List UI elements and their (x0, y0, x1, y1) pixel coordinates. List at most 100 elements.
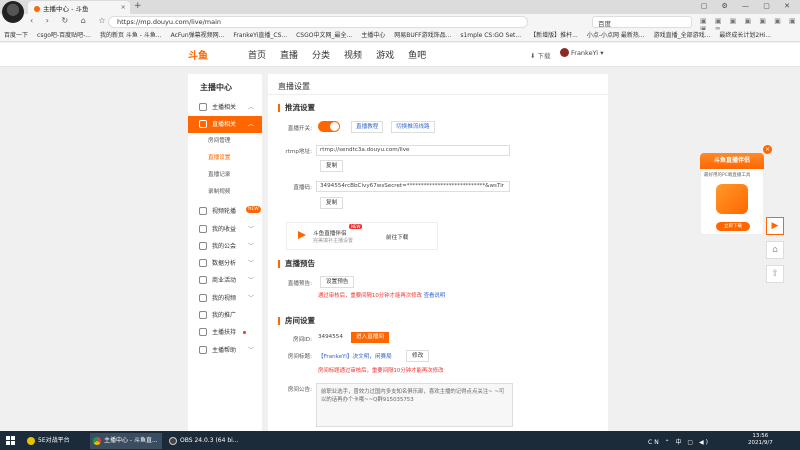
douyu-logo[interactable]: 斗鱼 (188, 47, 208, 62)
chevron-icon: ﹀ (247, 243, 254, 250)
title-hint: 房间标题通过审核后，重要间隔10分钟才能再次修改 (318, 368, 444, 374)
stream-code-field[interactable]: 3494554rcBbCivy67wsSecret=**************… (316, 181, 510, 192)
sidebar-item[interactable]: 房间管理 (188, 133, 262, 150)
browser-tab[interactable]: 主播中心 - 斗鱼 × (28, 1, 130, 14)
top-icon[interactable]: ⇧ (766, 265, 784, 283)
chrome-icon (93, 437, 101, 445)
sidebar-item-label: 直播记录 (208, 172, 231, 178)
user-avatar (560, 48, 569, 57)
ad-title: 斗鱼直播伴侣 (700, 153, 764, 169)
copy-rtmp-button[interactable]: 复制 (320, 160, 344, 172)
system-tray[interactable]: CN ⌃ 中 ▢ ◀) (648, 437, 710, 446)
sidebar-item-label: 主播帮助 (212, 347, 237, 354)
live-toggle[interactable] (318, 121, 340, 132)
sidebar-item[interactable]: 主播相关 ︿ (188, 99, 262, 116)
tab-title: 主播中心 - 斗鱼 (43, 5, 89, 13)
bookmark-item[interactable]: 小点-小点网 最新热... (587, 30, 645, 41)
sidebar-item[interactable]: 我的视频 ﹀ (188, 290, 262, 307)
switch-label: 直播开关: (287, 126, 312, 132)
code-label: 直播码: (293, 185, 312, 191)
bookmark-item[interactable]: 网易BUFF游戏饰品... (394, 30, 451, 41)
nav-item[interactable]: 分类 (312, 48, 330, 61)
user-menu[interactable]: FrankeYi ▾ (560, 48, 603, 57)
stream-tutorial-button[interactable]: 直播教程 (351, 121, 384, 133)
sidebar-item[interactable]: 直播记录 (188, 167, 262, 184)
sidebar-item-label: 主播相关 (212, 104, 237, 111)
sidebar-item[interactable]: 商业活动 ﹀ (188, 272, 262, 289)
new-badge: NEW (349, 224, 363, 229)
address-bar[interactable]: https://mp.douyu.com/live/main (108, 16, 528, 28)
modify-title-button[interactable]: 修改 (406, 350, 430, 362)
notification-dot (243, 331, 246, 334)
sidebar-item[interactable]: 直播设置 (188, 150, 262, 167)
nav-item[interactable]: 视频 (344, 48, 362, 61)
sidebar-item[interactable]: 录制视频 (188, 184, 262, 201)
notice-label: 直播预告: (287, 281, 312, 287)
bookmark-item[interactable]: 百度一下 (4, 30, 28, 41)
sidebar-item[interactable]: 数据分析 ﹀ (188, 255, 262, 272)
menu-icon (199, 276, 207, 284)
nav-item[interactable]: 游戏 (376, 48, 394, 61)
notice-hint: 通过审核后，重要间隔10分钟才能再次修改 查看说明 (318, 293, 446, 299)
bookmark-item[interactable]: csgo吧-百度贴吧-... (37, 30, 91, 41)
search-box[interactable]: 百度 (592, 16, 692, 28)
taskbar-item-obs[interactable]: OBS 24.0.3 (64 bi... (166, 433, 239, 449)
announcement-field[interactable]: 前职业选手，曾效力过国内多支知名俱乐部，喜欢主播的记得点点关注~ ~可以的话再办… (316, 383, 513, 427)
play-circle-icon[interactable]: ▶ (766, 217, 784, 235)
bookmark-item[interactable]: 我的新页 斗鱼 - 斗鱼... (100, 30, 162, 41)
bookmark-item[interactable]: 最终成长计划2Hi... (719, 30, 771, 41)
notice-help-link[interactable]: 查看说明 (424, 293, 446, 299)
sidebar-item-label: 录制视频 (208, 189, 231, 195)
promo-download-link[interactable]: 前往下载 (386, 233, 408, 241)
home-icon[interactable]: ⌂ (766, 241, 784, 259)
nav-item[interactable]: 首页 (248, 48, 266, 61)
bookmark-item[interactable]: CSGO中文网_最全... (296, 30, 352, 41)
close-tab-icon[interactable]: × (121, 3, 126, 11)
chevron-icon: ﹀ (247, 295, 254, 302)
chevron-icon: ﹀ (247, 277, 254, 284)
download-link[interactable]: ⬇ 下载 (530, 50, 551, 60)
sidebar-item[interactable]: 我的收益 ﹀ (188, 221, 262, 238)
bookmark-item[interactable]: s1mple CS:GO Set... (460, 30, 521, 41)
menu-icon (199, 346, 207, 354)
copy-code-button[interactable]: 复制 (320, 197, 344, 209)
switch-line-button[interactable]: 切换推流线路 (391, 121, 435, 133)
sidebar-item[interactable]: 我的推广 (188, 307, 262, 324)
announcement-label: 房间公告: (287, 387, 312, 393)
url-text: https://mp.douyu.com/live/main (117, 18, 222, 26)
taskbar-item-chrome[interactable]: 主播中心 - 斗鱼直... (90, 433, 162, 449)
sidebar-item[interactable]: 我的公会 ﹀ (188, 238, 262, 255)
profile-avatar[interactable] (2, 1, 24, 23)
menu-icon (199, 242, 207, 250)
close-ad-icon[interactable]: × (763, 145, 772, 154)
nav-item[interactable]: 鱼吧 (408, 48, 426, 61)
ad-download-button[interactable]: 立即下载 (716, 222, 750, 231)
bookmark-item[interactable]: 主播中心 (361, 30, 385, 41)
enter-room-button[interactable]: 进入直播间 (351, 332, 389, 343)
clock[interactable]: 13:56 2021/9/7 (748, 433, 773, 447)
windows-start-icon[interactable] (6, 436, 15, 445)
sidebar-item[interactable]: 视频轮播 NEW ﹀ (188, 203, 262, 220)
room-id-label: 房间ID: (292, 337, 312, 343)
rtmp-field[interactable]: rtmp://sendtc3a.douyu.com/live (316, 145, 510, 156)
chevron-icon: ﹀ (247, 226, 254, 233)
sidebar-item[interactable]: 主播帮助 ﹀ (188, 342, 262, 359)
sidebar-item[interactable]: 直播相关 ︿ (188, 116, 262, 133)
promo-title: 斗鱼直播伴侣 (313, 231, 347, 237)
room-title-label: 房间标题: (287, 354, 312, 360)
nav-item[interactable]: 直播 (280, 48, 298, 61)
taskbar-item-5e[interactable]: 5E对战平台 (24, 433, 86, 449)
new-tab-button[interactable]: + (134, 1, 142, 11)
notice-heading: 直播预告 (278, 260, 315, 268)
bookmark-item[interactable]: 游戏直播_全部游戏... (654, 30, 711, 41)
divider (268, 94, 608, 95)
bookmark-item[interactable]: FrankeYi直播_CS... (233, 30, 287, 41)
menu-icon (199, 120, 207, 128)
bookmark-item[interactable]: AcFun弹幕视频网... (171, 30, 225, 41)
set-notice-button[interactable]: 设置预告 (320, 276, 355, 288)
nav-buttons[interactable]: ‹ › ↻ ⌂ ☆ (30, 16, 111, 25)
bookmarks-bar: 百度一下 csgo吧-百度贴吧-... 我的新页 斗鱼 - 斗鱼... AcFun弹幕… (0, 30, 800, 42)
sidebar-item[interactable]: 主播扶持 (188, 324, 262, 341)
bookmark-item[interactable]: 【新增版】推杆... (530, 30, 578, 41)
window-controls[interactable]: ▢ ⚙ — ▢ ✕ (701, 2, 796, 10)
